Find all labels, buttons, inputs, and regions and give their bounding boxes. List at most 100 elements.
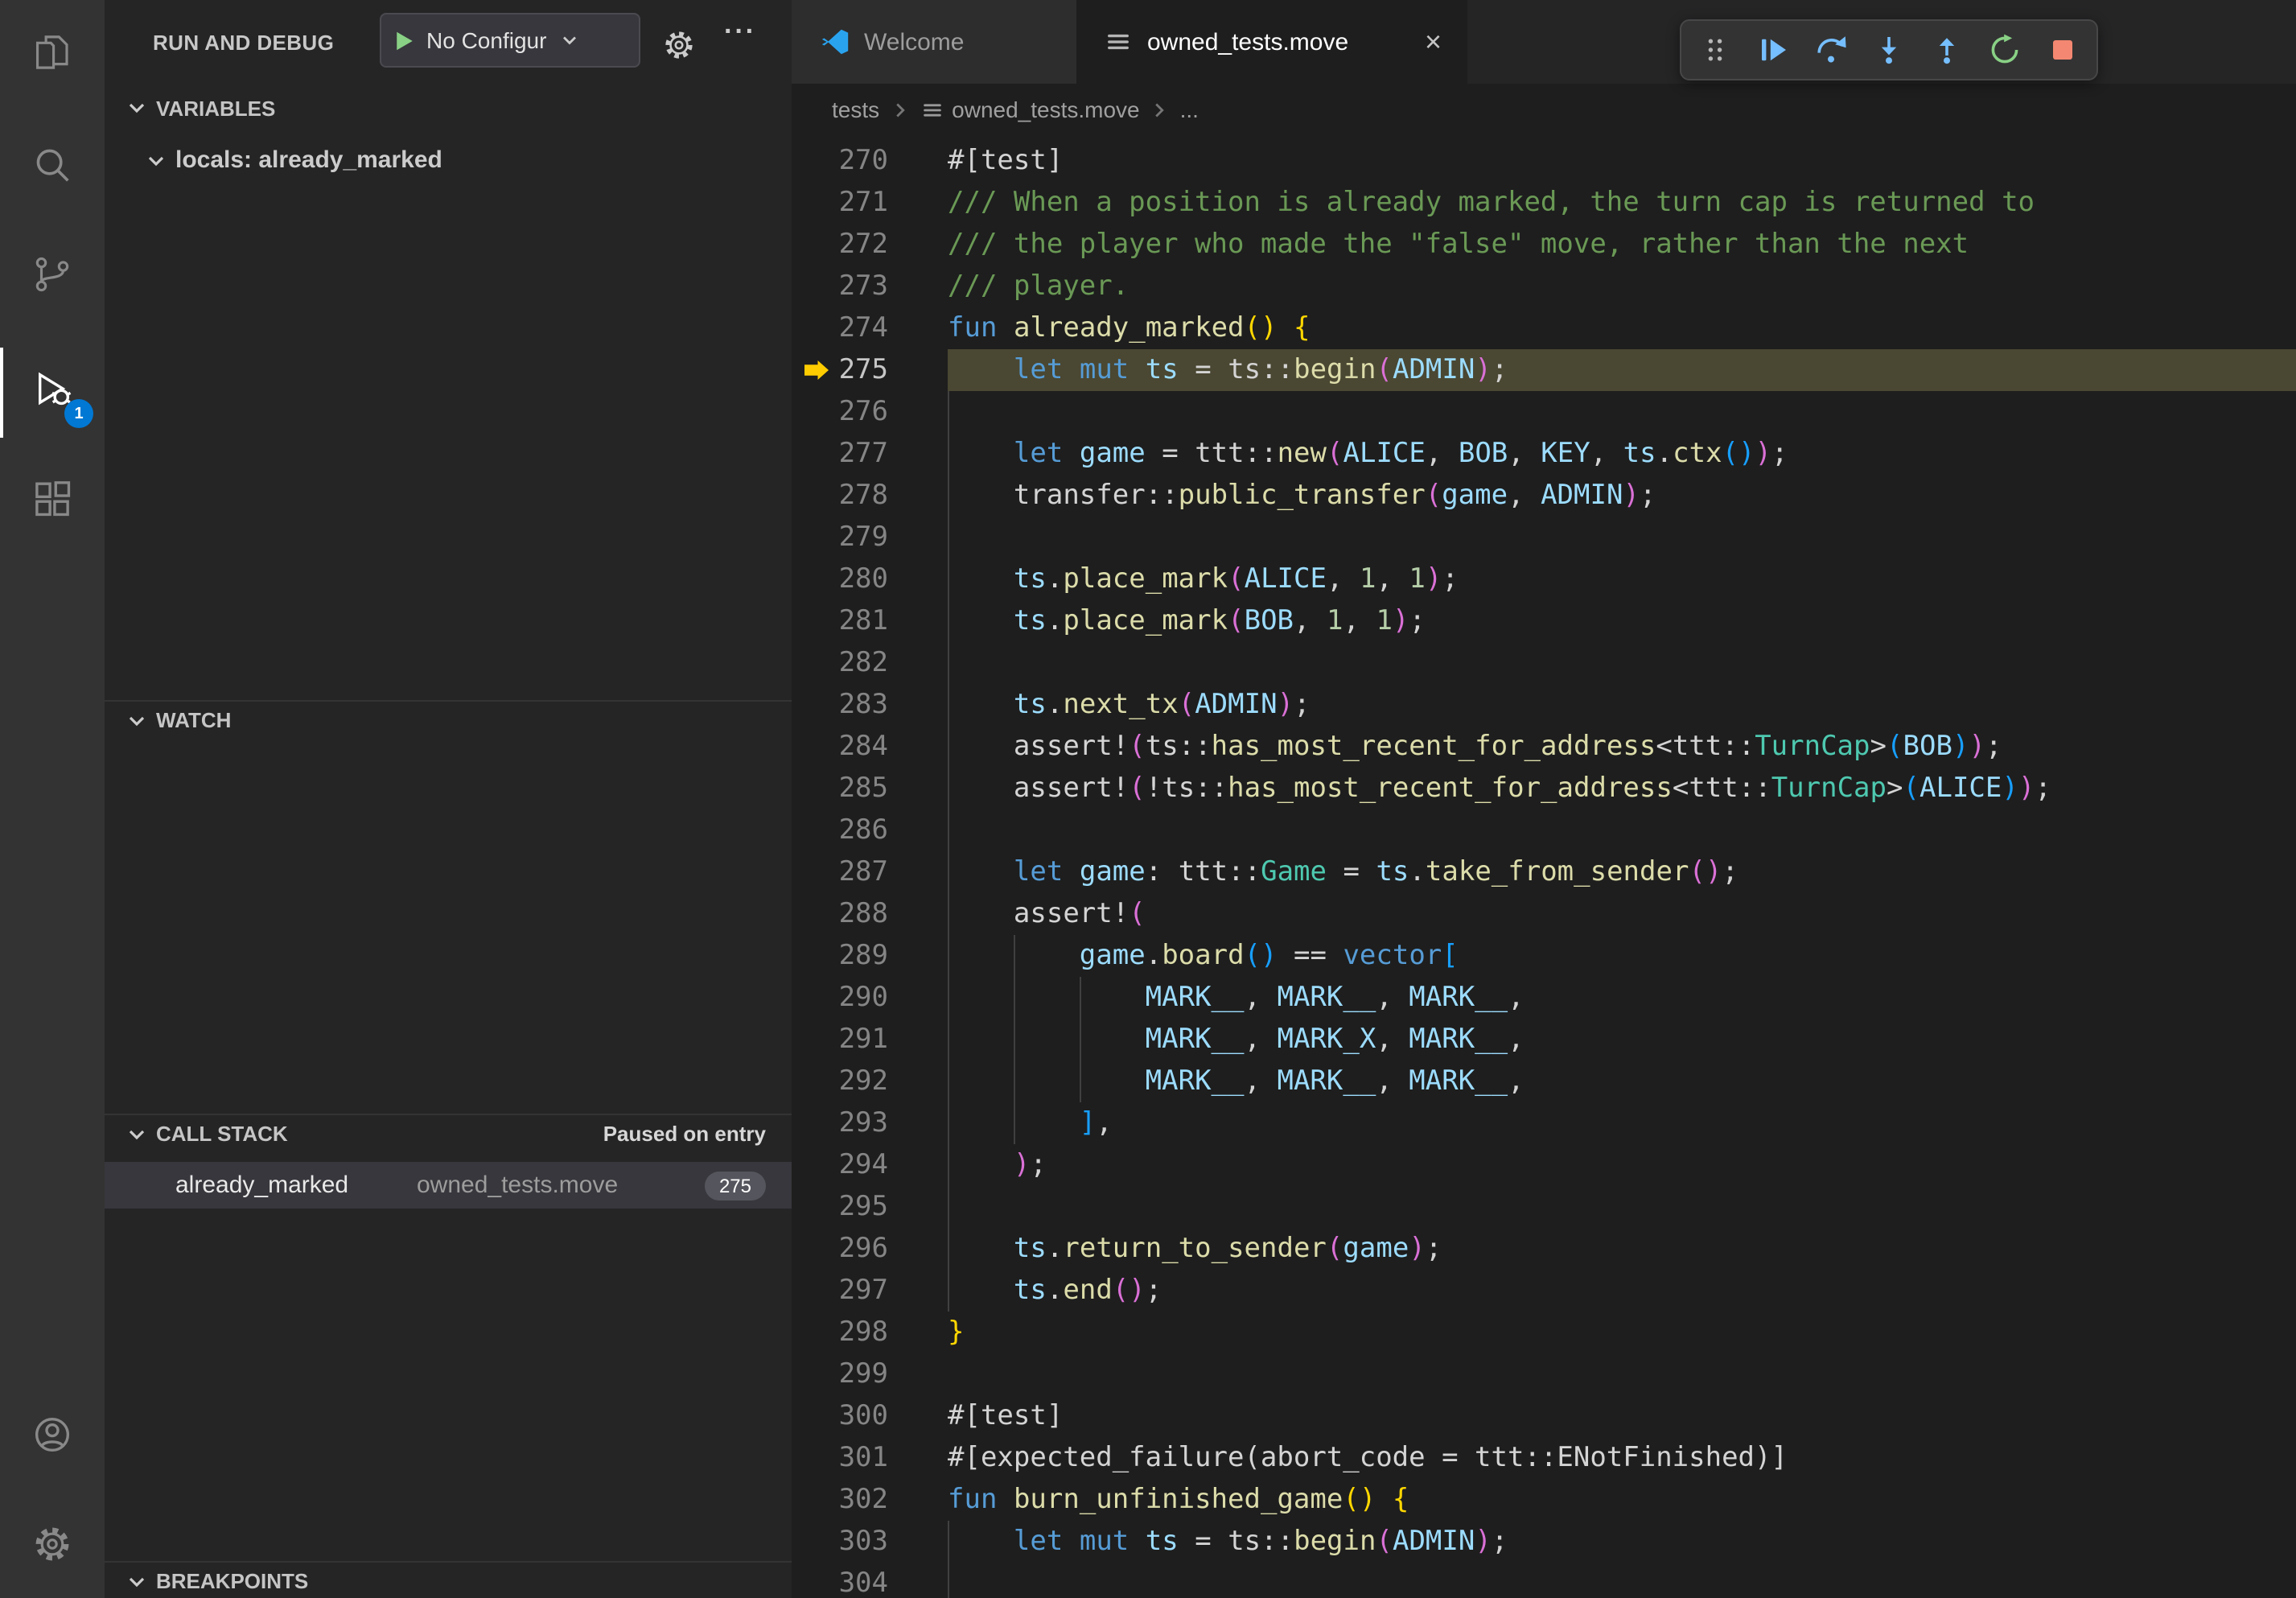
code-line[interactable]: 290 MARK__, MARK__, MARK__,: [792, 977, 2296, 1019]
code-line-content[interactable]: [948, 1186, 2296, 1228]
code-line[interactable]: 293 ],: [792, 1102, 2296, 1144]
line-gutter[interactable]: 290: [792, 977, 948, 1019]
code-line[interactable]: 279: [792, 517, 2296, 558]
drag-handle[interactable]: [1688, 24, 1743, 76]
line-gutter[interactable]: 272: [792, 224, 948, 266]
code-line-content[interactable]: );: [948, 1144, 2296, 1186]
code-line-content[interactable]: [948, 391, 2296, 433]
debug-settings-gear[interactable]: [661, 27, 697, 63]
breakpoints-section-header[interactable]: BREAKPOINTS: [105, 1561, 792, 1598]
code-line-content[interactable]: let game = ttt::new(ALICE, BOB, KEY, ts.…: [948, 433, 2296, 475]
line-gutter[interactable]: 281: [792, 600, 948, 642]
code-line-content[interactable]: game.board() == vector[: [948, 935, 2296, 977]
line-gutter[interactable]: 294: [792, 1144, 948, 1186]
code-line[interactable]: 302fun burn_unfinished_game() {: [792, 1479, 2296, 1521]
code-line-content[interactable]: let mut ts = ts::begin(ADMIN);: [948, 349, 2296, 391]
call-stack-frame[interactable]: already_marked owned_tests.move 275: [105, 1162, 792, 1209]
tab-owned-tests[interactable]: owned_tests.move ×: [1078, 0, 1467, 84]
code-line[interactable]: 295: [792, 1186, 2296, 1228]
code-line[interactable]: 303 let mut ts = ts::begin(ADMIN);: [792, 1521, 2296, 1563]
step-over-button[interactable]: [1804, 24, 1858, 76]
close-tab-icon[interactable]: ×: [1425, 27, 1442, 56]
line-gutter[interactable]: 271: [792, 182, 948, 224]
activity-source-control[interactable]: [0, 233, 105, 323]
code-line[interactable]: 287 let game: ttt::Game = ts.take_from_s…: [792, 851, 2296, 893]
code-line-content[interactable]: [948, 642, 2296, 684]
code-line[interactable]: 271/// When a position is already marked…: [792, 182, 2296, 224]
line-gutter[interactable]: 297: [792, 1270, 948, 1312]
line-gutter[interactable]: 287: [792, 851, 948, 893]
restart-button[interactable]: [1977, 24, 2032, 76]
step-into-button[interactable]: [1862, 24, 1916, 76]
line-gutter[interactable]: 293: [792, 1102, 948, 1144]
code-line-content[interactable]: assert!(!ts::has_most_recent_for_address…: [948, 768, 2296, 809]
line-gutter[interactable]: 270: [792, 140, 948, 182]
code-line[interactable]: 272/// the player who made the "false" m…: [792, 224, 2296, 266]
code-line[interactable]: 282: [792, 642, 2296, 684]
variables-locals-scope[interactable]: locals: already_marked: [105, 138, 792, 182]
code-line-content[interactable]: ts.end();: [948, 1270, 2296, 1312]
activity-search[interactable]: [0, 124, 105, 214]
code-line[interactable]: 278 transfer::public_transfer(game, ADMI…: [792, 475, 2296, 517]
variables-section-header[interactable]: VARIABLES: [105, 89, 792, 127]
code-line-content[interactable]: MARK__, MARK_X, MARK__,: [948, 1019, 2296, 1061]
activity-settings[interactable]: [0, 1503, 105, 1593]
line-gutter[interactable]: 296: [792, 1228, 948, 1270]
code-line-content[interactable]: MARK__, MARK__, MARK__,: [948, 977, 2296, 1019]
continue-button[interactable]: [1746, 24, 1800, 76]
code-line[interactable]: 288 assert!(: [792, 893, 2296, 935]
breadcrumb-item[interactable]: tests: [832, 97, 879, 122]
code-area[interactable]: 270#[test]271/// When a position is alre…: [792, 135, 2296, 1598]
code-line[interactable]: 299: [792, 1353, 2296, 1395]
code-line[interactable]: 281 ts.place_mark(BOB, 1, 1);: [792, 600, 2296, 642]
line-gutter[interactable]: 273: [792, 266, 948, 307]
line-gutter[interactable]: 279: [792, 517, 948, 558]
more-actions-icon[interactable]: ···: [724, 16, 756, 48]
line-gutter[interactable]: 283: [792, 684, 948, 726]
code-line[interactable]: 276: [792, 391, 2296, 433]
activity-explorer[interactable]: [0, 11, 105, 101]
code-line[interactable]: 292 MARK__, MARK__, MARK__,: [792, 1061, 2296, 1102]
line-gutter[interactable]: 291: [792, 1019, 948, 1061]
line-gutter[interactable]: 288: [792, 893, 948, 935]
code-line[interactable]: 274fun already_marked() {: [792, 307, 2296, 349]
line-gutter[interactable]: 303: [792, 1521, 948, 1563]
activity-extensions[interactable]: [0, 459, 105, 549]
line-gutter[interactable]: 304: [792, 1563, 948, 1598]
code-line[interactable]: 270#[test]: [792, 140, 2296, 182]
line-gutter[interactable]: 298: [792, 1312, 948, 1353]
code-line[interactable]: 284 assert!(ts::has_most_recent_for_addr…: [792, 726, 2296, 768]
call-stack-section-header[interactable]: CALL STACK Paused on entry: [105, 1114, 792, 1152]
code-line-content[interactable]: #[test]: [948, 140, 2296, 182]
code-line-content[interactable]: [948, 1353, 2296, 1395]
code-line-content[interactable]: /// When a position is already marked, t…: [948, 182, 2296, 224]
code-line-content[interactable]: #[expected_failure(abort_code = ttt::ENo…: [948, 1437, 2296, 1479]
code-line-content[interactable]: [948, 1563, 2296, 1598]
stop-button[interactable]: [2035, 24, 2090, 76]
code-line[interactable]: 280 ts.place_mark(ALICE, 1, 1);: [792, 558, 2296, 600]
line-gutter[interactable]: 277: [792, 433, 948, 475]
step-out-button[interactable]: [1920, 24, 1974, 76]
line-gutter[interactable]: 302: [792, 1479, 948, 1521]
line-gutter[interactable]: 285: [792, 768, 948, 809]
activity-account[interactable]: [0, 1394, 105, 1484]
code-line-content[interactable]: ts.place_mark(BOB, 1, 1);: [948, 600, 2296, 642]
line-gutter[interactable]: 295: [792, 1186, 948, 1228]
code-line-content[interactable]: MARK__, MARK__, MARK__,: [948, 1061, 2296, 1102]
line-gutter[interactable]: 278: [792, 475, 948, 517]
code-line[interactable]: 304: [792, 1563, 2296, 1598]
tab-welcome[interactable]: Welcome: [792, 0, 1078, 84]
code-line-content[interactable]: assert!(ts::has_most_recent_for_address<…: [948, 726, 2296, 768]
debug-config-dropdown[interactable]: No Configur: [380, 13, 640, 68]
line-gutter[interactable]: 286: [792, 809, 948, 851]
line-gutter[interactable]: 275: [792, 349, 948, 391]
code-line-content[interactable]: }: [948, 1312, 2296, 1353]
line-gutter[interactable]: 274: [792, 307, 948, 349]
breadcrumb-item[interactable]: ...: [1180, 97, 1199, 122]
line-gutter[interactable]: 299: [792, 1353, 948, 1395]
code-line-content[interactable]: ts.return_to_sender(game);: [948, 1228, 2296, 1270]
code-line-content[interactable]: assert!(: [948, 893, 2296, 935]
code-line[interactable]: 297 ts.end();: [792, 1270, 2296, 1312]
watch-section-header[interactable]: WATCH: [105, 700, 792, 739]
code-line[interactable]: 298}: [792, 1312, 2296, 1353]
